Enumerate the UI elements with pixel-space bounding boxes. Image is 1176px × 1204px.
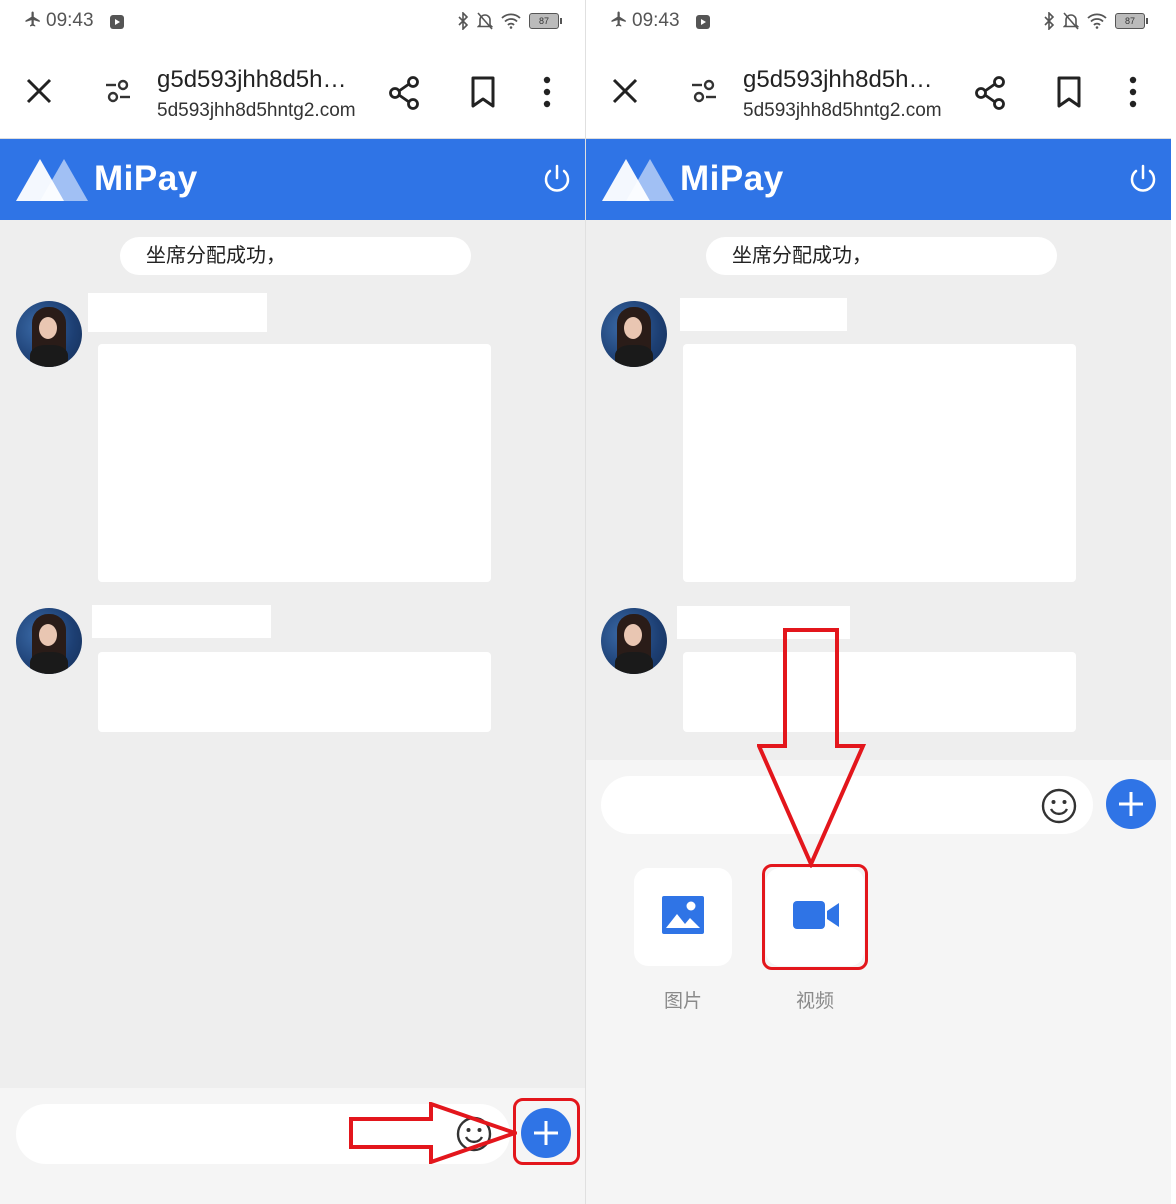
message-bubble — [683, 344, 1076, 582]
app-header: MiPay — [0, 139, 585, 220]
close-icon[interactable] — [24, 76, 54, 106]
page-url: 5d593jhh8d5hntg2.com — [743, 100, 942, 121]
status-time: 09:43 — [610, 10, 680, 32]
agent-name-redacted — [680, 298, 847, 331]
browser-toolbar: g5d593jhh8d5h… 5d593jhh8d5hntg2.com — [586, 46, 1171, 139]
down-arrow-annotation — [757, 628, 867, 868]
share-icon[interactable] — [974, 76, 1006, 110]
mute-bell-icon — [1063, 12, 1079, 30]
highlight-box — [513, 1098, 580, 1165]
status-indicators: 87 — [457, 12, 562, 30]
brand-name: MiPay — [94, 159, 198, 198]
image-icon — [662, 896, 704, 934]
right-screenshot-panel: 09:43 87 g5d593jhh8d5h… 5d593jhh8d5hntg2… — [586, 0, 1171, 1204]
screen-record-icon — [110, 15, 124, 29]
share-icon[interactable] — [388, 76, 420, 110]
screen-record-icon — [696, 15, 710, 29]
system-message: 坐席分配成功， — [120, 237, 471, 275]
mipay-logo-icon — [16, 159, 88, 201]
bluetooth-icon — [458, 12, 469, 30]
right-arrow-annotation — [349, 1102, 517, 1164]
bluetooth-icon — [1044, 12, 1055, 30]
more-options-icon[interactable] — [1128, 76, 1138, 108]
emoji-icon[interactable] — [1041, 788, 1077, 824]
mute-bell-icon — [477, 12, 493, 30]
brand-name: MiPay — [680, 159, 784, 198]
battery-indicator: 87 — [1115, 13, 1148, 29]
close-icon[interactable] — [610, 76, 640, 106]
site-settings-icon[interactable] — [104, 78, 132, 104]
agent-name-redacted — [88, 293, 267, 332]
image-picker-button[interactable] — [634, 868, 732, 966]
battery-indicator: 87 — [529, 13, 562, 29]
airplane-mode-icon — [611, 11, 626, 27]
agent-avatar[interactable] — [16, 608, 82, 674]
left-screenshot-panel: 09:43 87 g5d593jhh8d5h… 5d593jhh8d5hntg2… — [0, 0, 585, 1204]
status-time: 09:43 — [24, 10, 94, 32]
message-bubble — [98, 652, 491, 732]
status-indicators: 87 — [1043, 12, 1148, 30]
page-title: g5d593jhh8d5h… — [157, 66, 347, 93]
system-message: 坐席分配成功， — [706, 237, 1057, 275]
airplane-mode-icon — [25, 11, 40, 27]
bookmark-icon[interactable] — [470, 76, 496, 108]
bookmark-icon[interactable] — [1056, 76, 1082, 108]
highlight-box — [762, 864, 868, 970]
site-settings-icon[interactable] — [690, 78, 718, 104]
page-title: g5d593jhh8d5h… — [743, 66, 933, 93]
wifi-icon — [1087, 13, 1107, 29]
status-bar: 09:43 87 — [0, 0, 585, 46]
power-icon[interactable] — [541, 163, 573, 195]
app-header: MiPay — [586, 139, 1171, 220]
browser-toolbar: g5d593jhh8d5h… 5d593jhh8d5hntg2.com — [0, 46, 585, 139]
message-bubble — [98, 344, 491, 582]
power-icon[interactable] — [1127, 163, 1159, 195]
agent-avatar[interactable] — [601, 608, 667, 674]
more-options-icon[interactable] — [542, 76, 552, 108]
plus-icon — [1119, 792, 1143, 816]
message-composer: 图片 视频 — [586, 760, 1171, 1204]
agent-avatar[interactable] — [601, 301, 667, 367]
message-bubble — [683, 652, 1076, 732]
image-picker-label: 图片 — [663, 991, 702, 1012]
video-picker-label: 视频 — [795, 991, 834, 1012]
agent-name-redacted — [92, 605, 271, 638]
mipay-logo-icon — [602, 159, 674, 201]
add-attachment-button[interactable] — [1106, 779, 1156, 829]
agent-avatar[interactable] — [16, 301, 82, 367]
status-bar: 09:43 87 — [586, 0, 1171, 46]
wifi-icon — [501, 13, 521, 29]
page-url: 5d593jhh8d5hntg2.com — [157, 100, 356, 121]
